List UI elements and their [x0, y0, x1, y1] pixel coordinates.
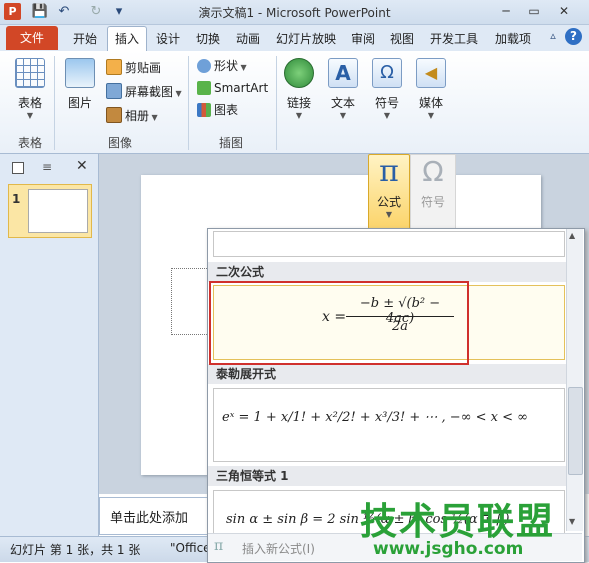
scroll-thumb[interactable] — [568, 387, 583, 475]
tab-slideshow[interactable]: 幻灯片放映 — [270, 28, 342, 50]
gallery-scrollbar[interactable]: ▲ ▼ — [566, 229, 583, 531]
tab-animations[interactable]: 动画 — [230, 28, 266, 50]
chevron-down-icon: ▼ — [26, 111, 34, 120]
text-icon: A — [328, 58, 358, 88]
shapes-button[interactable]: 形状 ▼ — [197, 56, 247, 76]
shapes-label: 形状 — [214, 59, 239, 73]
tab-design[interactable]: 设计 — [150, 28, 186, 50]
shapes-icon — [197, 59, 211, 73]
scroll-down-icon[interactable]: ▼ — [569, 517, 575, 526]
text-button[interactable]: A 文本 ▼ — [326, 58, 360, 120]
scroll-up-icon[interactable]: ▲ — [569, 231, 575, 240]
chevron-down-icon: ▼ — [295, 111, 303, 120]
speaker-icon: ◀ — [416, 58, 446, 88]
tab-home[interactable]: 开始 — [66, 28, 104, 50]
table-button[interactable]: 表格 ▼ — [12, 58, 48, 120]
pi-icon: π — [379, 154, 399, 189]
theme-status[interactable]: "Office — [170, 541, 211, 555]
text-label: 文本 — [330, 96, 355, 110]
tab-developer[interactable]: 开发工具 — [424, 28, 484, 50]
notes-placeholder-text: 单击此处添加 — [110, 511, 189, 526]
highlight-box — [209, 281, 469, 365]
restore-button[interactable]: ▭ — [522, 2, 546, 20]
screenshot-button[interactable]: 屏幕截图 ▼ — [106, 82, 182, 102]
slide-number: 1 — [12, 192, 21, 206]
table-label: 表格 — [17, 96, 42, 110]
chart-label: 图表 — [214, 103, 239, 117]
photo-album-button[interactable]: 相册 ▼ — [106, 106, 158, 126]
collapse-ribbon-icon[interactable]: ▵ — [546, 29, 560, 43]
screenshot-icon — [106, 83, 122, 99]
close-button[interactable]: ✕ — [552, 2, 576, 20]
slides-tab-icon[interactable] — [12, 162, 24, 174]
pi-icon: π — [214, 538, 224, 554]
picture-icon — [65, 58, 95, 88]
smartart-button[interactable]: SmartArt — [197, 78, 268, 98]
photo-album-icon — [106, 107, 122, 123]
smartart-label: SmartArt — [214, 81, 269, 95]
help-icon[interactable]: ? — [565, 28, 582, 45]
picture-label: 图片 — [67, 96, 92, 110]
slide-thumbnail[interactable] — [28, 189, 88, 233]
minimize-button[interactable]: ─ — [494, 2, 518, 20]
group-label-table: 表格 — [17, 136, 42, 150]
chevron-down-icon: ▼ — [427, 111, 435, 120]
chart-button[interactable]: 图表 — [197, 100, 238, 120]
chart-icon — [197, 103, 211, 117]
divider — [276, 56, 277, 150]
section-header-trig: 三角恒等式 1 — [208, 466, 572, 486]
photo-album-label: 相册 — [125, 109, 150, 123]
tab-review[interactable]: 审阅 — [346, 28, 380, 50]
screenshot-label: 屏幕截图 — [125, 85, 174, 99]
clipart-label: 剪贴画 — [125, 61, 162, 75]
outline-tab-icon[interactable]: ≡ — [42, 160, 52, 174]
taylor-equation: eˣ = 1 + x/1! + x²/2! + x³/3! + ⋯ , −∞ <… — [222, 410, 529, 425]
links-button[interactable]: 链接 ▼ — [282, 58, 316, 120]
tab-view[interactable]: 视图 — [384, 28, 420, 50]
omega-icon: Ω — [422, 155, 444, 188]
group-label-illustrations: 插图 — [218, 136, 243, 150]
media-label: 媒体 — [418, 96, 443, 110]
chevron-down-icon: ▼ — [383, 111, 391, 120]
equation-label: 公式 — [376, 195, 401, 209]
section-header-quadratic: 二次公式 — [208, 262, 572, 282]
divider — [188, 56, 189, 150]
divider — [54, 56, 55, 150]
symbol-button[interactable]: Ω 符号 — [410, 154, 456, 230]
equation-item-taylor[interactable] — [213, 388, 565, 462]
symbol-label: 符号 — [420, 195, 445, 209]
watermark-url: www.jsgho.com — [373, 539, 524, 559]
links-label: 链接 — [286, 96, 311, 110]
section-header-taylor: 泰勒展开式 — [208, 364, 572, 384]
smartart-icon — [197, 81, 211, 95]
table-icon — [15, 58, 45, 88]
watermark-title: 技术员联盟 — [360, 500, 555, 543]
symbols-label: 符号 — [374, 96, 399, 110]
slide-count-status: 幻灯片 第 1 张，共 1 张 — [10, 543, 141, 557]
picture-button[interactable]: 图片 — [62, 58, 98, 111]
equation-item-previous[interactable] — [213, 231, 565, 257]
clipart-icon — [106, 59, 122, 75]
globe-link-icon — [284, 58, 314, 88]
clipart-button[interactable]: 剪贴画 — [106, 58, 161, 78]
close-panel-icon[interactable]: ✕ — [76, 158, 88, 174]
chevron-down-icon: ▼ — [385, 210, 393, 219]
media-button[interactable]: ◀ 媒体 ▼ — [414, 58, 448, 120]
insert-new-equation-label: 插入新公式(I) — [242, 542, 315, 556]
symbols-button[interactable]: Ω 符号 ▼ — [370, 58, 404, 120]
group-label-images: 图像 — [107, 136, 132, 150]
tab-file[interactable]: 文件 — [6, 26, 58, 50]
tab-insert[interactable]: 插入 — [107, 26, 147, 52]
tab-addins[interactable]: 加载项 — [488, 28, 538, 50]
tab-transitions[interactable]: 切换 — [190, 28, 226, 50]
omega-icon: Ω — [372, 58, 402, 88]
chevron-down-icon: ▼ — [339, 111, 347, 120]
equation-button[interactable]: π 公式 ▼ — [368, 154, 410, 230]
